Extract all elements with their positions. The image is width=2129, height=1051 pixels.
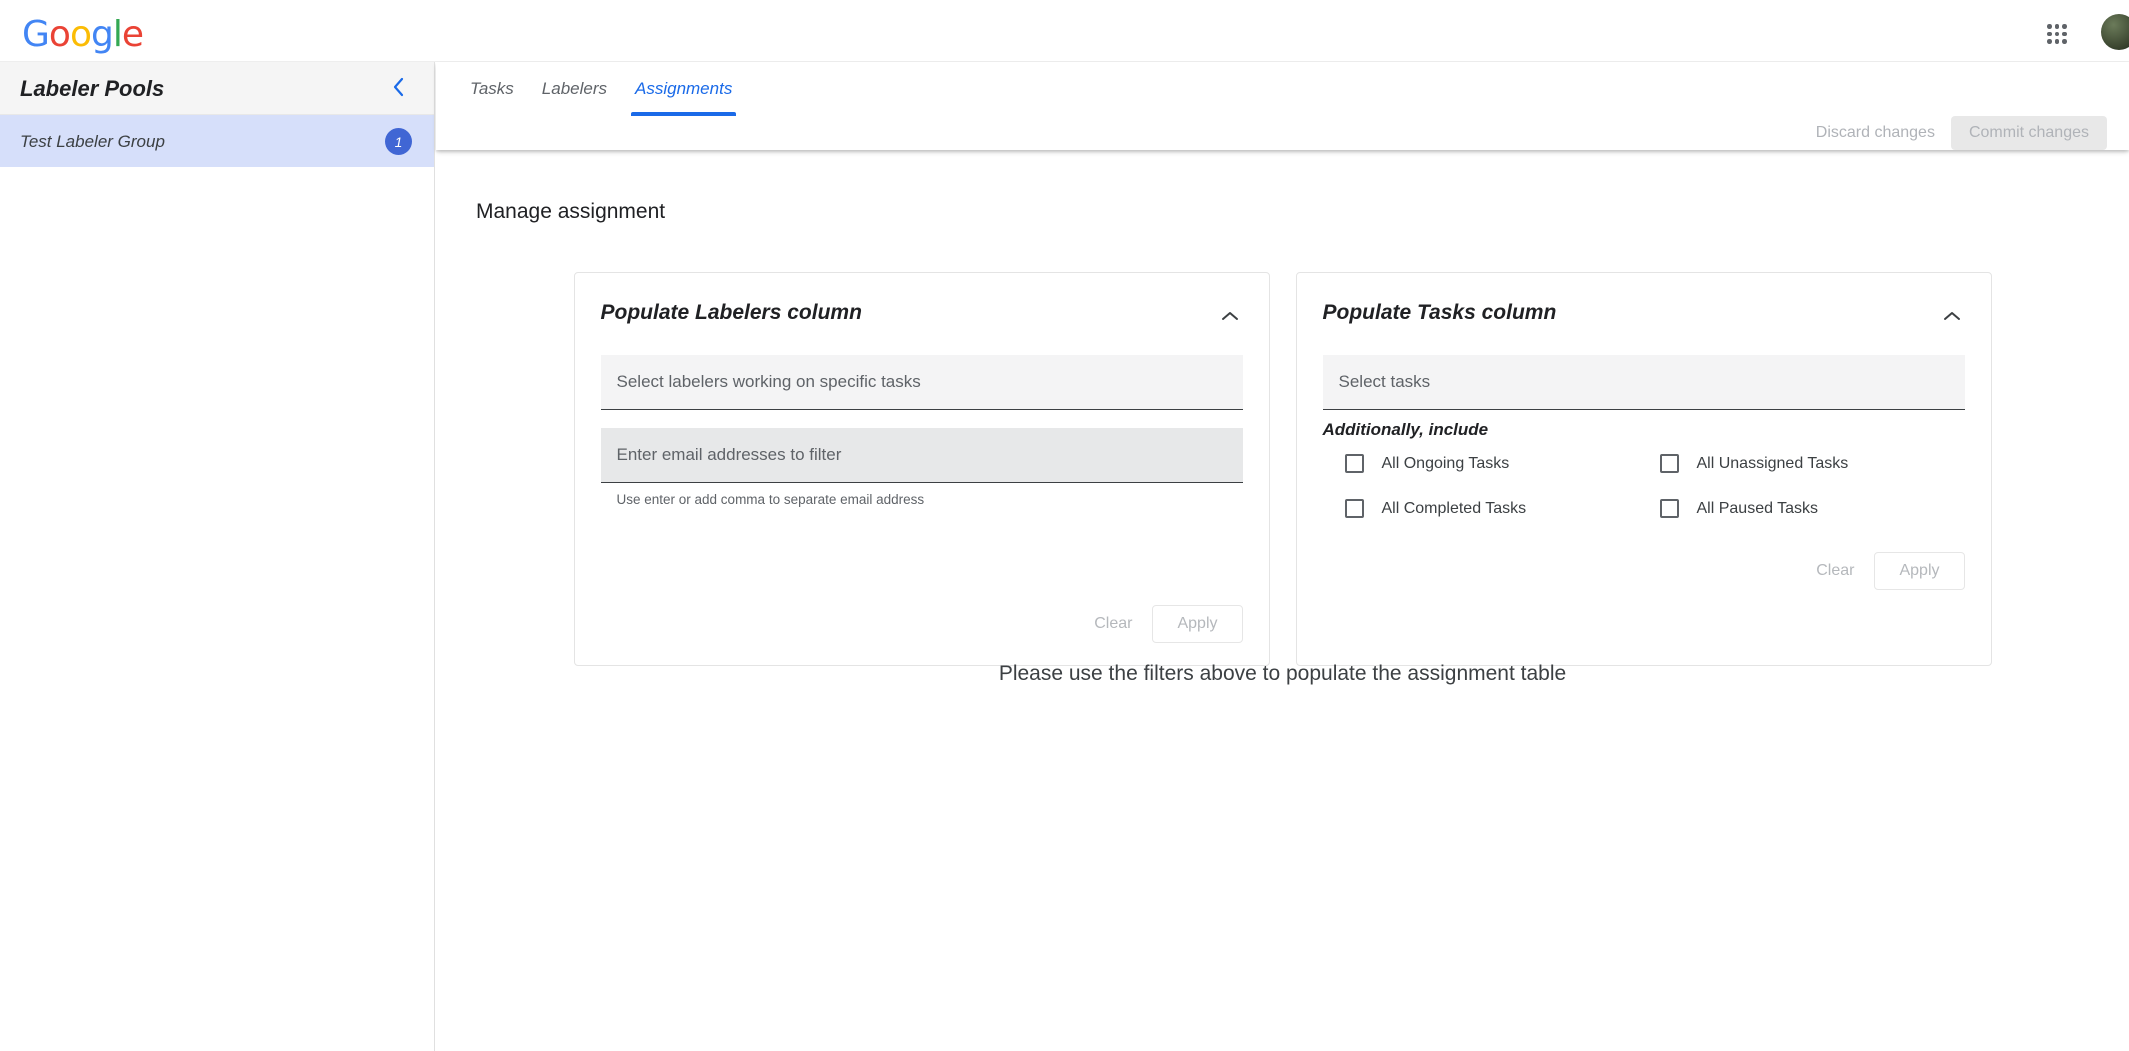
tab-panel: Tasks Labelers Assignments Discard chang… bbox=[436, 62, 2129, 150]
panel-actions: Discard changes Commit changes bbox=[1802, 116, 2107, 150]
discard-changes-button[interactable]: Discard changes bbox=[1802, 116, 1949, 150]
page-title: Manage assignment bbox=[476, 200, 665, 224]
apps-grid-icon[interactable] bbox=[2047, 24, 2067, 44]
labelers-email-input[interactable]: Enter email addresses to filter bbox=[601, 428, 1243, 483]
tab-labelers[interactable]: Labelers bbox=[528, 62, 621, 116]
chevron-left-icon[interactable] bbox=[384, 73, 412, 101]
top-app-bar: Google bbox=[0, 0, 2129, 62]
labelers-email-input-placeholder: Enter email addresses to filter bbox=[617, 445, 842, 465]
checkbox-box[interactable] bbox=[1660, 499, 1679, 518]
sidebar-header: Labeler Pools bbox=[0, 62, 434, 115]
populate-labelers-card: Populate Labelers column Select labelers… bbox=[574, 272, 1270, 666]
avatar[interactable] bbox=[2101, 14, 2129, 50]
labelers-task-select-placeholder: Select labelers working on specific task… bbox=[617, 372, 921, 392]
empty-state-message: Please use the filters above to populate… bbox=[436, 662, 2129, 686]
chevron-up-icon[interactable] bbox=[1217, 303, 1243, 329]
checkbox-label: All Ongoing Tasks bbox=[1382, 455, 1510, 473]
checkbox-all-ongoing-tasks[interactable]: All Ongoing Tasks bbox=[1345, 454, 1650, 473]
additionally-include-label: Additionally, include bbox=[1323, 420, 1965, 440]
labelers-task-select[interactable]: Select labelers working on specific task… bbox=[601, 355, 1243, 410]
card-title: Populate Labelers column bbox=[601, 301, 862, 325]
sidebar-title: Labeler Pools bbox=[20, 76, 164, 102]
tasks-apply-button[interactable]: Apply bbox=[1874, 552, 1964, 590]
labelers-clear-button[interactable]: Clear bbox=[1078, 606, 1148, 642]
chevron-up-icon[interactable] bbox=[1939, 303, 1965, 329]
tab-tasks[interactable]: Tasks bbox=[456, 62, 528, 116]
tasks-select-placeholder: Select tasks bbox=[1339, 372, 1431, 392]
checkbox-label: All Paused Tasks bbox=[1697, 500, 1819, 518]
sidebar-item-test-labeler-group[interactable]: Test Labeler Group 1 bbox=[0, 115, 434, 168]
checkbox-all-unassigned-tasks[interactable]: All Unassigned Tasks bbox=[1660, 454, 1965, 473]
card-header: Populate Tasks column bbox=[1323, 301, 1965, 329]
tab-assignments[interactable]: Assignments bbox=[621, 62, 746, 116]
commit-changes-button[interactable]: Commit changes bbox=[1951, 116, 2107, 150]
tasks-card-actions: Clear Apply bbox=[1323, 552, 1965, 590]
checkbox-box[interactable] bbox=[1660, 454, 1679, 473]
labelers-card-actions: Clear Apply bbox=[601, 605, 1243, 643]
google-logo[interactable]: Google bbox=[22, 14, 143, 55]
card-header: Populate Labelers column bbox=[601, 301, 1243, 329]
email-input-hint: Use enter or add comma to separate email… bbox=[617, 492, 1243, 507]
checkbox-label: All Unassigned Tasks bbox=[1697, 455, 1849, 473]
pool-item-label: Test Labeler Group bbox=[20, 132, 165, 152]
labeler-pools-sidebar: Labeler Pools Test Labeler Group 1 bbox=[0, 62, 435, 1051]
checkbox-all-paused-tasks[interactable]: All Paused Tasks bbox=[1660, 499, 1965, 518]
pool-list: Test Labeler Group 1 bbox=[0, 115, 434, 168]
labelers-apply-button[interactable]: Apply bbox=[1152, 605, 1242, 643]
tasks-select[interactable]: Select tasks bbox=[1323, 355, 1965, 410]
checkbox-all-completed-tasks[interactable]: All Completed Tasks bbox=[1345, 499, 1650, 518]
populate-tasks-card: Populate Tasks column Select tasks Addit… bbox=[1296, 272, 1992, 666]
card-title: Populate Tasks column bbox=[1323, 301, 1557, 325]
checkbox-box[interactable] bbox=[1345, 499, 1364, 518]
tasks-clear-button[interactable]: Clear bbox=[1800, 553, 1870, 589]
tab-bar: Tasks Labelers Assignments bbox=[456, 62, 746, 116]
filter-cards: Populate Labelers column Select labelers… bbox=[436, 272, 2129, 666]
checkbox-box[interactable] bbox=[1345, 454, 1364, 473]
main-content: Manage assignment Populate Labelers colu… bbox=[436, 150, 2129, 1051]
checkbox-label: All Completed Tasks bbox=[1382, 500, 1527, 518]
pool-item-badge: 1 bbox=[385, 128, 412, 155]
task-status-checkbox-group: All Ongoing Tasks All Unassigned Tasks A… bbox=[1323, 454, 1965, 518]
